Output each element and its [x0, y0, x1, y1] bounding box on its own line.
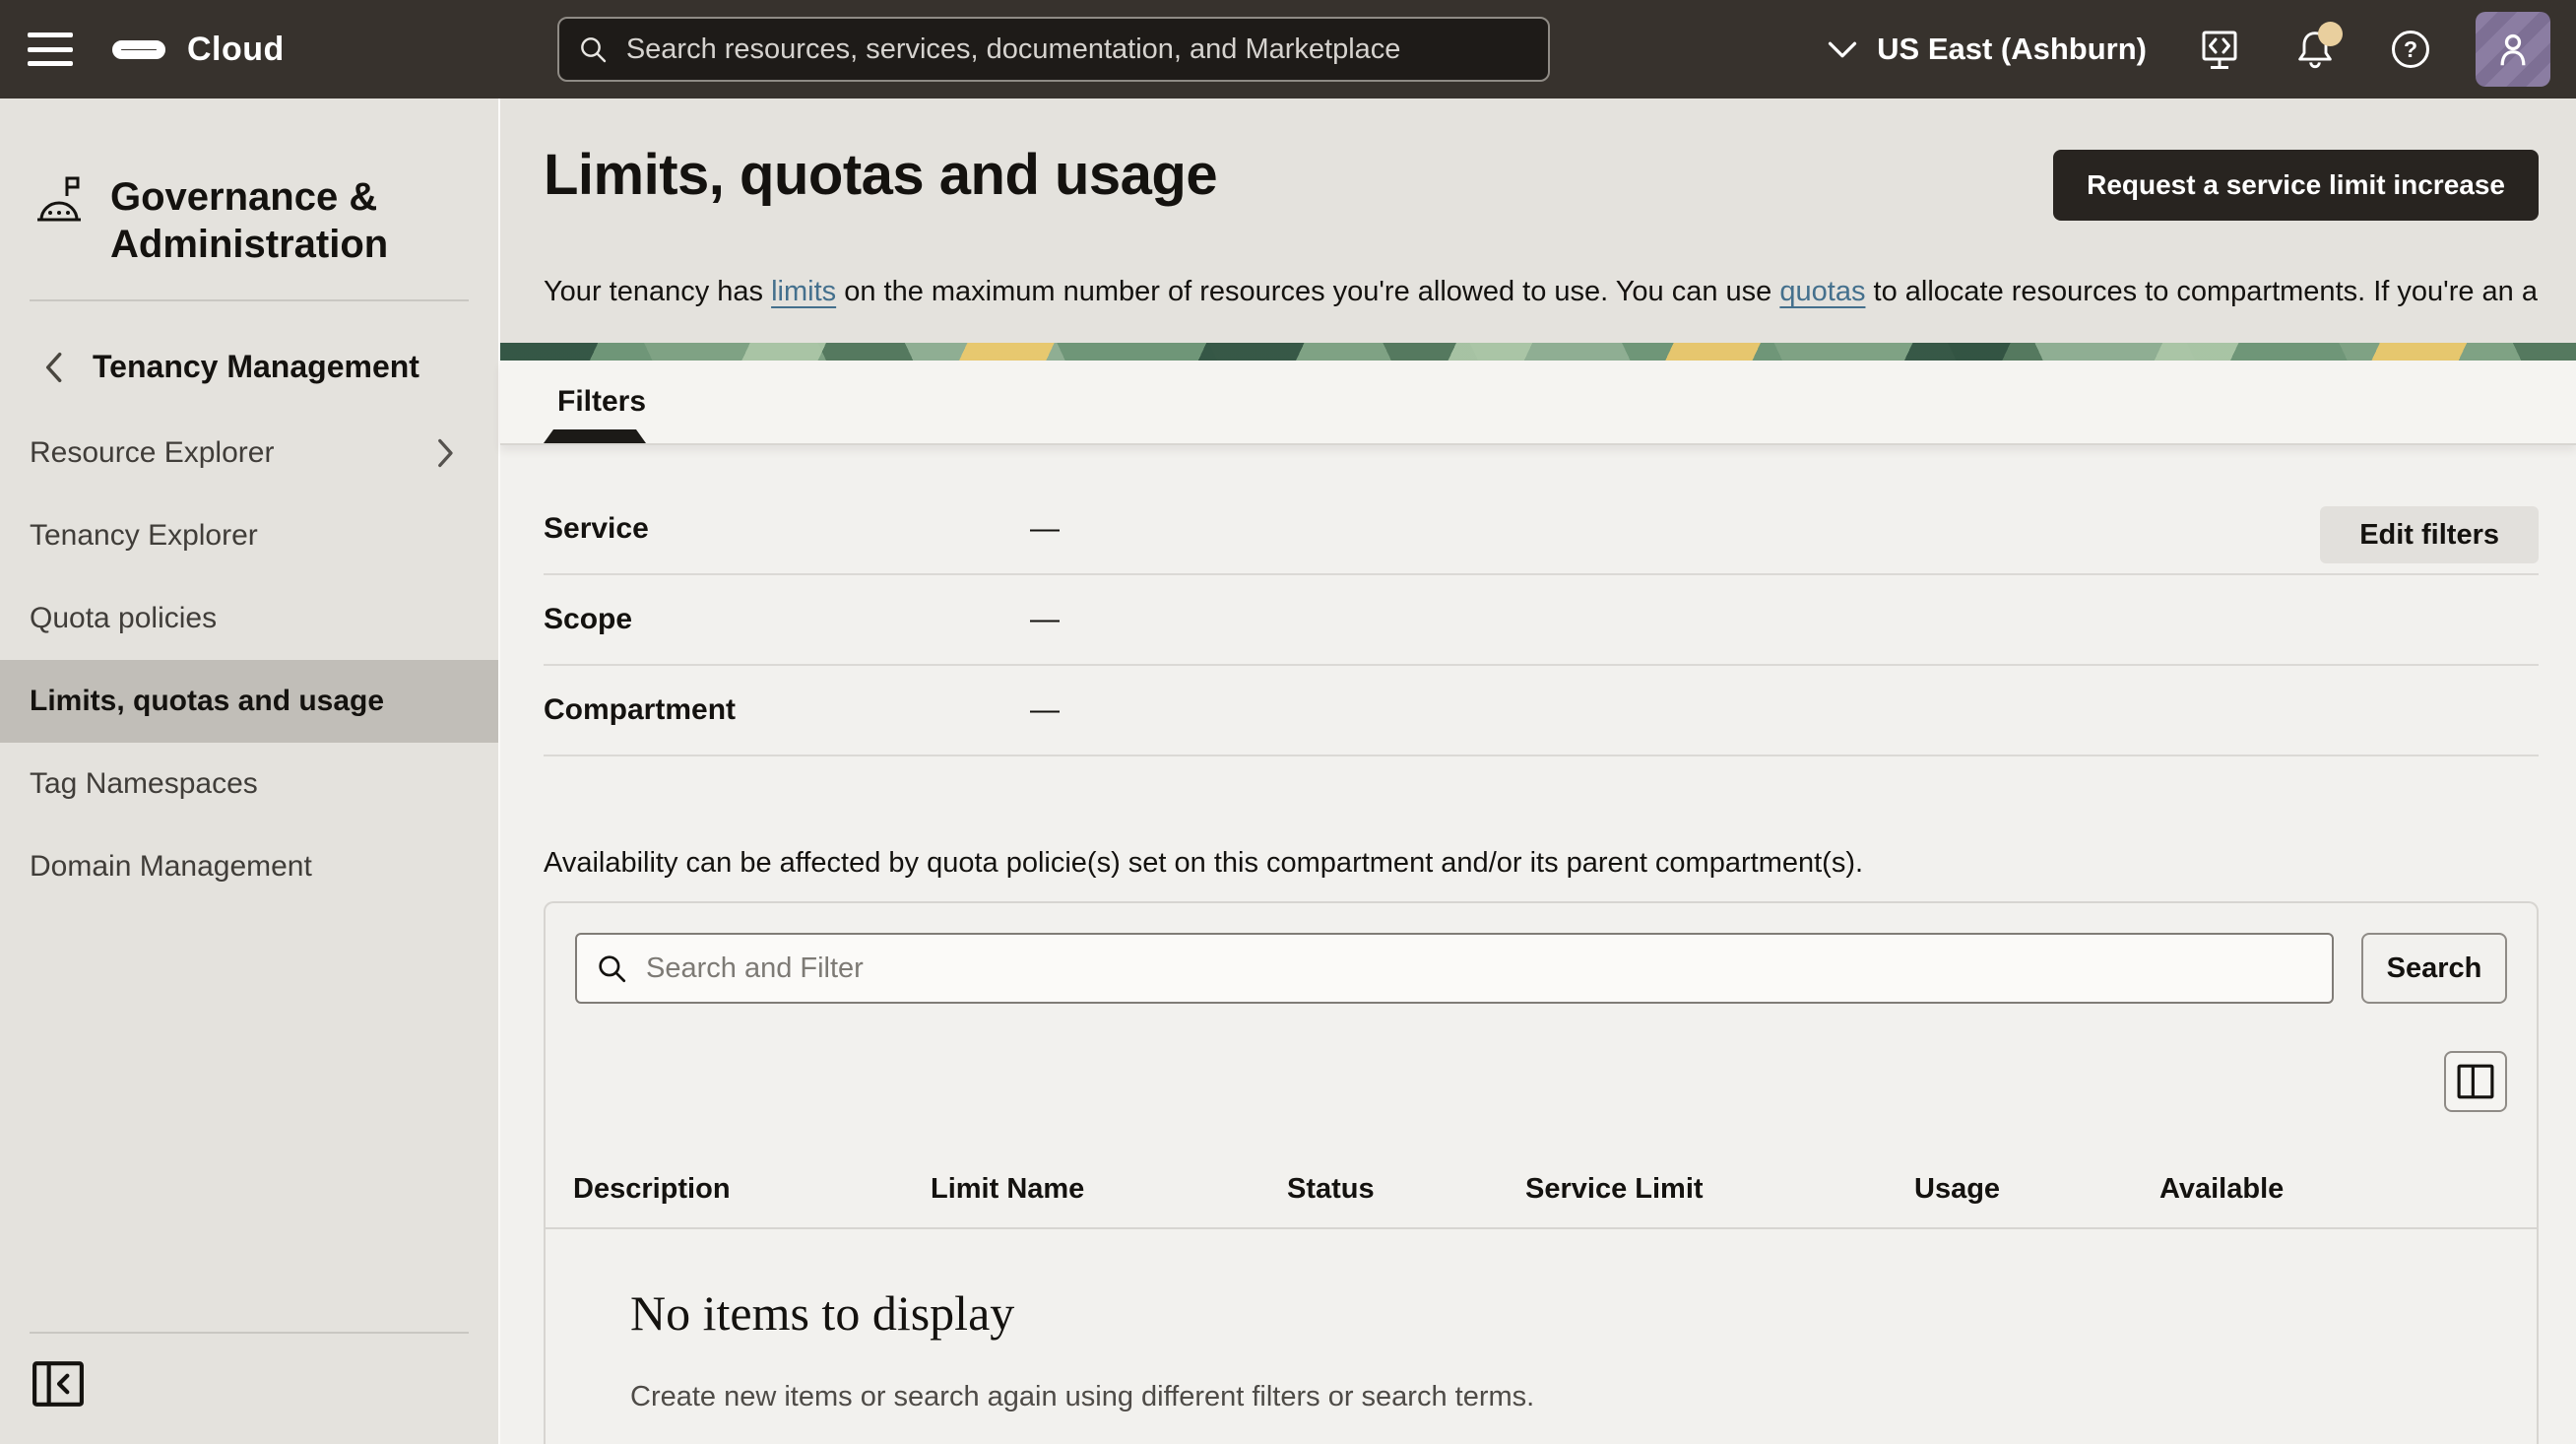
hamburger-menu-button[interactable]	[28, 33, 73, 66]
decorative-banner	[500, 343, 2576, 361]
filters-section: Edit filters Service — Scope — Compartme…	[544, 445, 2539, 756]
region-label: US East (Ashburn)	[1877, 32, 2147, 67]
empty-state: No items to display Create new items or …	[575, 1229, 2507, 1413]
sidebar-item-limits-quotas-usage[interactable]: Limits, quotas and usage	[0, 660, 498, 743]
sidebar: Governance & Administration Tenancy Mana…	[0, 98, 500, 1444]
tab-bar: Filters	[500, 361, 2576, 445]
limits-table-panel: Search Description Limit Name Status	[544, 901, 2539, 1444]
page-title: Limits, quotas and usage	[544, 142, 1217, 208]
filter-row-compartment: Compartment —	[544, 666, 2539, 756]
brand-label: Cloud	[187, 31, 285, 69]
filter-label: Scope	[544, 603, 1030, 636]
svg-text:?: ?	[2404, 36, 2417, 62]
display-code-icon	[2196, 26, 2243, 73]
table-search-input[interactable]	[644, 952, 2314, 986]
sidebar-item-label: Tag Namespaces	[30, 767, 258, 801]
column-header-available[interactable]: Available	[2159, 1173, 2507, 1206]
column-header-service-limit[interactable]: Service Limit	[1525, 1173, 1914, 1206]
sidebar-back-tenancy-management[interactable]: Tenancy Management	[0, 301, 498, 385]
main-content: Limits, quotas and usage Request a servi…	[500, 98, 2576, 1444]
table-search[interactable]	[575, 933, 2334, 1004]
filter-value: —	[1030, 603, 1060, 636]
header-actions: US East (Ashburn)	[1828, 12, 2550, 87]
filter-row-service: Service —	[544, 485, 2539, 575]
request-limit-increase-button[interactable]: Request a service limit increase	[2053, 150, 2539, 221]
help-icon: ?	[2387, 26, 2434, 73]
sidebar-item-label: Quota policies	[30, 602, 217, 635]
sidebar-bottom-divider	[30, 1332, 469, 1334]
sidebar-item-quota-policies[interactable]: Quota policies	[0, 577, 498, 660]
filter-label: Service	[544, 512, 1030, 546]
column-header-status[interactable]: Status	[1287, 1173, 1525, 1206]
sidebar-item-label: Limits, quotas and usage	[30, 685, 384, 718]
column-header-usage[interactable]: Usage	[1914, 1173, 2159, 1206]
column-header-description[interactable]: Description	[573, 1173, 931, 1206]
chevron-right-icon	[437, 438, 455, 468]
notifications-button[interactable]	[2292, 26, 2338, 73]
sidebar-item-resource-explorer[interactable]: Resource Explorer	[0, 412, 498, 494]
notification-badge	[2318, 22, 2343, 46]
description-text: Your tenancy has	[544, 276, 771, 307]
search-icon	[577, 33, 609, 65]
page-description: Your tenancy has limits on the maximum n…	[544, 276, 2539, 308]
top-header: Cloud US East (Ashburn)	[0, 0, 2576, 98]
search-icon	[595, 952, 628, 985]
oracle-logo-icon	[112, 40, 165, 59]
collapse-sidebar-button[interactable]	[32, 1360, 85, 1411]
page-header: Limits, quotas and usage Request a servi…	[500, 98, 2576, 343]
column-header-limit-name[interactable]: Limit Name	[931, 1173, 1287, 1206]
description-text: to allocate resources to compartments. I…	[1865, 276, 2539, 307]
region-selector[interactable]: US East (Ashburn)	[1828, 32, 2147, 67]
columns-icon	[2457, 1064, 2494, 1099]
filter-value: —	[1030, 693, 1060, 727]
sidebar-item-label: Tenancy Explorer	[30, 519, 258, 553]
global-search-input[interactable]	[624, 33, 1530, 67]
chevron-down-icon	[1828, 40, 1857, 59]
sidebar-section-title: Governance & Administration	[110, 173, 406, 268]
chevron-left-icon	[43, 352, 63, 383]
tab-label: Filters	[557, 385, 646, 419]
sidebar-back-label: Tenancy Management	[93, 349, 419, 385]
tab-filters[interactable]: Filters	[551, 361, 652, 443]
collapse-panel-icon	[32, 1360, 85, 1408]
sidebar-item-label: Resource Explorer	[30, 436, 274, 470]
sidebar-section-header: Governance & Administration	[0, 98, 498, 268]
empty-state-title: No items to display	[630, 1284, 2507, 1342]
sidebar-item-domain-management[interactable]: Domain Management	[0, 825, 498, 908]
availability-note: Availability can be affected by quota po…	[544, 847, 2539, 880]
empty-state-subtitle: Create new items or search again using d…	[630, 1381, 2507, 1413]
column-settings-button[interactable]	[2444, 1051, 2507, 1112]
edit-filters-button[interactable]: Edit filters	[2320, 506, 2539, 563]
help-button[interactable]: ?	[2387, 26, 2434, 73]
cloud-shell-button[interactable]	[2196, 26, 2243, 73]
active-tab-indicator	[544, 429, 646, 443]
search-button[interactable]: Search	[2361, 933, 2507, 1004]
brand: Cloud	[112, 31, 285, 69]
filter-row-scope: Scope —	[544, 575, 2539, 666]
person-icon	[2487, 24, 2539, 75]
app-window: Cloud US East (Ashburn)	[0, 0, 2576, 1444]
global-search[interactable]	[557, 17, 1550, 82]
profile-avatar[interactable]	[2476, 12, 2550, 87]
governance-icon	[33, 173, 85, 230]
sidebar-item-tag-namespaces[interactable]: Tag Namespaces	[0, 743, 498, 825]
limits-link[interactable]: limits	[771, 276, 836, 307]
quotas-link[interactable]: quotas	[1779, 276, 1865, 307]
filter-label: Compartment	[544, 693, 1030, 727]
sidebar-item-label: Domain Management	[30, 850, 312, 884]
filter-value: —	[1030, 512, 1060, 546]
table-header-row: Description Limit Name Status Service Li…	[546, 1173, 2537, 1229]
sidebar-nav: Resource Explorer Tenancy Explorer Quota…	[0, 412, 498, 908]
description-text: on the maximum number of resources you'r…	[836, 276, 1779, 307]
sidebar-item-tenancy-explorer[interactable]: Tenancy Explorer	[0, 494, 498, 577]
